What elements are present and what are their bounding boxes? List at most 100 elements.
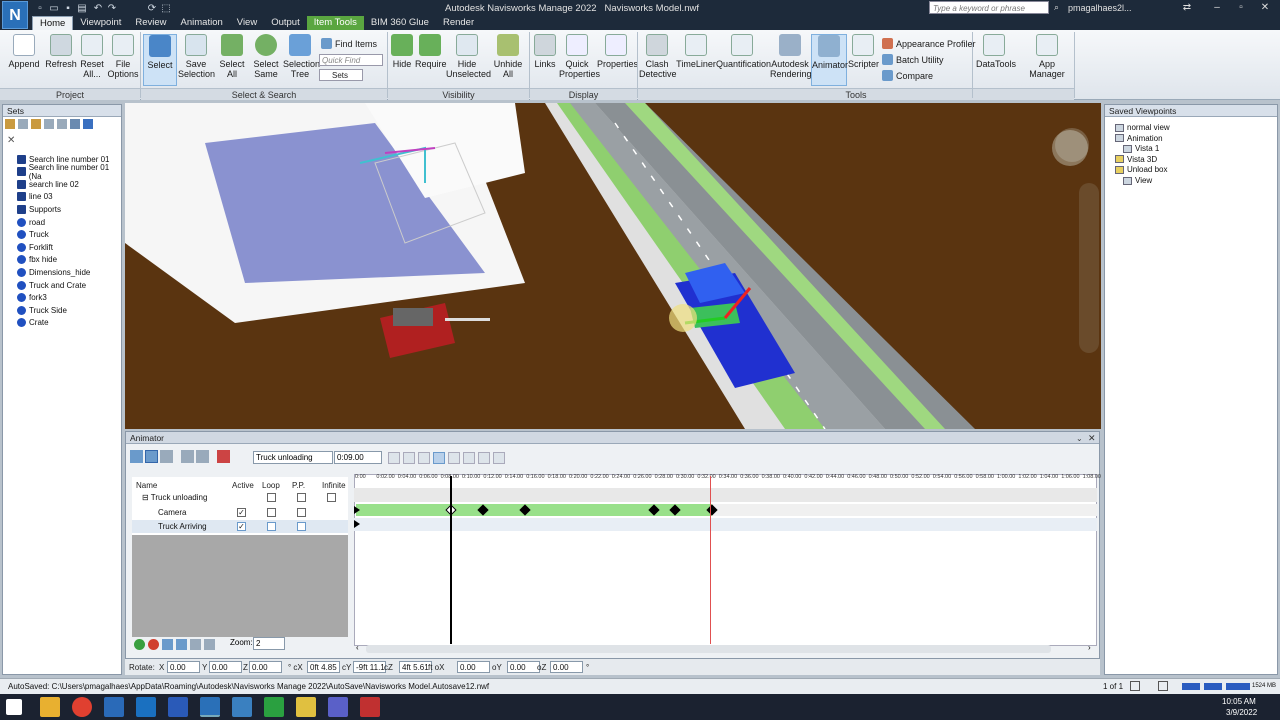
links-button[interactable]: Links	[532, 34, 558, 69]
tab-home[interactable]: Home	[32, 16, 74, 30]
viewpoint-item[interactable]: View	[1123, 175, 1152, 186]
tab-item-tools[interactable]: Item Tools	[306, 16, 364, 30]
minimize-icon[interactable]: –	[1206, 1, 1228, 14]
set-item[interactable]: Truck and Crate	[17, 279, 86, 291]
stop-icon[interactable]	[448, 452, 460, 464]
fast-forward-icon[interactable]	[493, 452, 505, 464]
quantification-button[interactable]: Quantification	[716, 34, 771, 69]
rewind-icon[interactable]	[388, 452, 400, 464]
refresh-icon[interactable]: ⟳	[146, 3, 158, 15]
duplicate-icon[interactable]	[44, 119, 54, 129]
import-export-icon[interactable]	[83, 119, 93, 129]
set-item[interactable]: Search line number 01 (Na	[17, 163, 121, 181]
app-manager-button[interactable]: App Manager	[1020, 34, 1074, 79]
maximize-icon[interactable]: ▫	[1230, 1, 1252, 14]
viewpoint-item[interactable]: Vista 3D	[1115, 154, 1157, 165]
zoom-out-icon[interactable]	[204, 639, 215, 650]
navisworks-icon[interactable]	[200, 697, 220, 717]
end-marker[interactable]	[710, 476, 711, 644]
save-selection-button[interactable]: Save Selection	[178, 34, 215, 79]
delete-icon[interactable]: ✕	[7, 135, 15, 146]
scroll-left-icon[interactable]: ‹	[356, 643, 359, 652]
time-slider[interactable]	[450, 476, 452, 644]
truck-active-checkbox[interactable]: ✓	[237, 522, 246, 531]
animator-pin-icon[interactable]: ⌄	[1076, 434, 1083, 443]
animator-button[interactable]: Animator	[811, 34, 848, 86]
navigation-bar[interactable]	[1079, 183, 1099, 353]
reset-all-button[interactable]: Reset All...	[78, 34, 106, 79]
scene-loop-checkbox[interactable]	[267, 493, 276, 502]
viewpoint-item[interactable]: Vista 1	[1123, 143, 1159, 154]
undo-icon[interactable]: ↶	[92, 3, 104, 15]
set-item[interactable]: search line 02	[17, 178, 79, 190]
snap-icon[interactable]	[196, 450, 209, 463]
select-button[interactable]: Select	[143, 34, 177, 86]
add-icon[interactable]	[134, 639, 145, 650]
tab-animation[interactable]: Animation	[174, 16, 230, 30]
set-item[interactable]: fork3	[17, 292, 47, 304]
tab-render[interactable]: Render	[436, 16, 481, 30]
timeline-scrollbar[interactable]	[366, 645, 1051, 653]
scene-row-label[interactable]: ⊟ Truck unloading	[142, 493, 207, 502]
set-item[interactable]: Truck Side	[17, 304, 67, 316]
animator-close-icon[interactable]: ✕	[1088, 433, 1096, 444]
truck-loop-checkbox[interactable]	[267, 522, 276, 531]
set-item[interactable]: road	[17, 216, 45, 228]
file-options-button[interactable]: File Options	[106, 34, 140, 79]
3d-viewport[interactable]	[125, 103, 1101, 429]
toggle-icon[interactable]	[217, 450, 230, 463]
tab-review[interactable]: Review	[128, 16, 173, 30]
camtasia-icon[interactable]	[264, 697, 284, 717]
set-item[interactable]: Truck	[17, 229, 49, 241]
play-icon[interactable]	[463, 452, 475, 464]
append-button[interactable]: Append	[6, 34, 42, 69]
hide-button[interactable]: Hide	[389, 34, 415, 69]
sort-icon[interactable]	[70, 119, 80, 129]
truck-pp-checkbox[interactable]	[297, 522, 306, 531]
close-icon[interactable]: ✕	[1254, 1, 1276, 14]
truck-arriving-row-label[interactable]: Truck Arriving	[158, 522, 207, 531]
next-page-icon[interactable]	[1130, 681, 1140, 691]
chrome-icon[interactable]	[72, 697, 92, 717]
set-item[interactable]: Crate	[17, 317, 49, 329]
compare-button[interactable]: Compare	[882, 70, 933, 81]
viewpoint-item[interactable]: Unload box	[1115, 164, 1167, 175]
rotate-field-input[interactable]: 0ft 4.85	[307, 661, 340, 673]
tab-viewpoint[interactable]: Viewpoint	[73, 16, 128, 30]
rotate-field-input[interactable]: 0.00	[507, 661, 540, 673]
folder-icon-taskbar[interactable]	[296, 697, 316, 717]
open-icon[interactable]: ▭	[48, 3, 60, 15]
timeliner-button[interactable]: TimeLiner	[676, 34, 716, 69]
photos-icon[interactable]	[232, 697, 252, 717]
sets-dropdown[interactable]: Sets	[319, 69, 363, 81]
time-input[interactable]: 0:09.00	[334, 451, 382, 464]
select-all-button[interactable]: Select All	[216, 34, 248, 79]
zoom-input[interactable]: 2	[253, 637, 285, 650]
camera-pp-checkbox[interactable]	[297, 508, 306, 517]
clash-detective-button[interactable]: Clash Detective	[639, 34, 677, 79]
set-item[interactable]: Supports	[17, 203, 61, 215]
select-same-button[interactable]: Select Same	[250, 34, 282, 79]
find-items-button[interactable]: Find Items	[321, 38, 377, 49]
windows-start-icon[interactable]	[6, 699, 22, 715]
save-icon[interactable]: ▪	[62, 3, 74, 15]
outlook-icon[interactable]	[136, 697, 156, 717]
rotate-field-input[interactable]: 0.00	[167, 661, 200, 673]
exchange-icon[interactable]: ⇄	[1176, 1, 1198, 14]
viewpoint-item[interactable]: normal view	[1115, 122, 1170, 133]
redo-icon[interactable]: ↷	[106, 3, 118, 15]
pause-icon[interactable]	[433, 452, 445, 464]
rotate-field-input[interactable]: 0.00	[249, 661, 282, 673]
rotate-icon[interactable]	[145, 450, 158, 463]
viewcube-icon[interactable]	[1055, 128, 1089, 162]
autodesk-rendering-button[interactable]: Autodesk Rendering	[770, 34, 812, 79]
unhide-all-button[interactable]: Unhide All	[490, 34, 526, 79]
camera-active-checkbox[interactable]: ✓	[237, 508, 246, 517]
tab-output[interactable]: Output	[264, 16, 307, 30]
scene-infinite-checkbox[interactable]	[327, 493, 336, 502]
play-reverse-icon[interactable]	[418, 452, 430, 464]
set-item[interactable]: line 03	[17, 191, 53, 203]
save-set-icon[interactable]	[5, 119, 15, 129]
zoom-in-icon[interactable]	[190, 639, 201, 650]
remove-icon[interactable]	[148, 639, 159, 650]
